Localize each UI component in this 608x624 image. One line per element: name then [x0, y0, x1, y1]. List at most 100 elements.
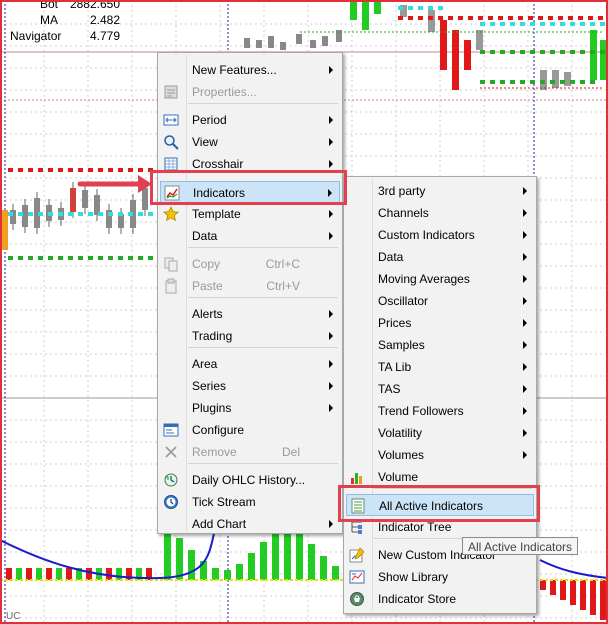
support-dots [500, 80, 505, 84]
context-menu-item-paste[interactable]: Paste Ctrl+V [160, 275, 340, 297]
volume-bar [16, 568, 22, 580]
submenu-arrow-icon [329, 332, 333, 340]
support-dots [540, 80, 545, 84]
candle-body [70, 188, 76, 212]
menu-separator [188, 247, 338, 248]
context-menu-item-template[interactable]: Template [160, 203, 340, 225]
context-menu-item-alerts[interactable]: Alerts [160, 303, 340, 325]
menu-separator [188, 347, 338, 348]
indicators-submenu-item-prices[interactable]: Prices [346, 312, 534, 334]
indicators-submenu-item-indicator-store[interactable]: Indicator Store [346, 588, 534, 610]
indicators-submenu-item-channels[interactable]: Channels [346, 202, 534, 224]
new-indicator-icon [349, 547, 365, 563]
indicators-submenu-item-all-active-indicators[interactable]: All Active Indicators [346, 494, 534, 516]
indicators-submenu-item-oscillator[interactable]: Oscillator [346, 290, 534, 312]
context-menu-item-remove[interactable]: Remove Del [160, 441, 340, 463]
indicators-submenu-item-indicator-tree[interactable]: Indicator Tree [346, 516, 534, 538]
support-dots [68, 256, 73, 260]
pivot-dots [18, 212, 23, 216]
context-menu-item-daily-ohlc-history[interactable]: Daily OHLC History... [160, 469, 340, 491]
indicators-submenu-item-moving-averages[interactable]: Moving Averages [346, 268, 534, 290]
copy-icon [163, 256, 179, 272]
menu-item-label: Volatility [378, 426, 423, 440]
pivot-dots [510, 22, 515, 26]
context-menu-item-add-chart[interactable]: Add Chart [160, 513, 340, 535]
context-menu-item-trading[interactable]: Trading [160, 325, 340, 347]
pivot-dots [560, 22, 565, 26]
support-dots [580, 80, 585, 84]
submenu-arrow-icon [329, 232, 333, 240]
configure-icon [163, 422, 179, 438]
resistance-dots [508, 16, 513, 20]
candle-body [452, 30, 459, 90]
context-menu-item-crosshair[interactable]: Crosshair [160, 153, 340, 175]
candle-body [296, 34, 302, 44]
candle-body [428, 10, 435, 32]
resistance-dots [18, 168, 23, 172]
support-dots [480, 50, 485, 54]
indicators-submenu-item-samples[interactable]: Samples [346, 334, 534, 356]
indicators-submenu-item-tas[interactable]: TAS [346, 378, 534, 400]
context-menu-item-configure[interactable]: Configure [160, 419, 340, 441]
resistance-dots [398, 16, 403, 20]
volume-bar [212, 568, 219, 580]
context-menu-item-plugins[interactable]: Plugins [160, 397, 340, 419]
indicators-submenu-item-show-library[interactable]: Show Library [346, 566, 534, 588]
support-dots [58, 256, 63, 260]
context-menu-item-series[interactable]: Series [160, 375, 340, 397]
pivot-dots [28, 212, 33, 216]
pivot-dots [590, 22, 595, 26]
indicators-submenu-item-3rd-party[interactable]: 3rd party [346, 180, 534, 202]
resistance-dots [548, 16, 553, 20]
pivot-dots [58, 212, 63, 216]
clock-icon [163, 494, 179, 510]
menu-item-label: Custom Indicators [378, 228, 475, 242]
support-dots [490, 80, 495, 84]
candle-body [440, 20, 447, 70]
menu-item-label: Indicator Store [378, 592, 457, 606]
submenu-arrow-icon [329, 310, 333, 318]
candle-body [350, 0, 357, 20]
volume-bar [590, 580, 596, 615]
pivot-dots [408, 6, 413, 10]
submenu-arrow-icon [523, 319, 527, 327]
support-dots [530, 50, 535, 54]
menu-item-label: TAS [378, 382, 401, 396]
menu-item-label: Volume [378, 470, 419, 484]
candle-body [322, 36, 328, 46]
context-menu-item-tick-stream[interactable]: Tick Stream [160, 491, 340, 513]
indicators-submenu-item-custom-indicators[interactable]: Custom Indicators [346, 224, 534, 246]
support-dots [38, 256, 43, 260]
context-menu-item-indicators[interactable]: Indicators [160, 181, 340, 203]
resistance-dots [128, 168, 133, 172]
indicators-submenu-item-trend-followers[interactable]: Trend Followers [346, 400, 534, 422]
menu-item-label: Copy [192, 257, 221, 271]
volume-bar [46, 568, 52, 580]
resistance-dots [428, 16, 433, 20]
indicators-submenu-item-volume[interactable]: Volume [346, 466, 534, 488]
indicators-submenu-item-ta-lib[interactable]: TA Lib [346, 356, 534, 378]
indicators-submenu-item-volatility[interactable]: Volatility [346, 422, 534, 444]
context-menu-item-area[interactable]: Area [160, 353, 340, 375]
indicators-submenu-item-volumes[interactable]: Volumes [346, 444, 534, 466]
context-menu-item-new-features[interactable]: New Features... [160, 59, 340, 81]
context-menu-item-copy[interactable]: Copy Ctrl+C [160, 253, 340, 275]
context-menu-item-view[interactable]: View [160, 131, 340, 153]
candle-body [118, 214, 124, 228]
resistance-dots [408, 16, 413, 20]
context-menu-item-properties[interactable]: Properties... [160, 81, 340, 103]
volume-bar [248, 553, 255, 580]
volume-bar [320, 556, 327, 580]
submenu-arrow-icon [523, 407, 527, 415]
context-menu-item-period[interactable]: Period [160, 109, 340, 131]
resistance-dots [28, 168, 33, 172]
resistance-dots [538, 16, 543, 20]
context-menu-item-data[interactable]: Data [160, 225, 340, 247]
indicators-submenu-item-data[interactable]: Data [346, 246, 534, 268]
menu-item-label: Show Library [378, 570, 449, 584]
support-dots [590, 50, 595, 54]
resistance-dots [118, 168, 123, 172]
menu-separator [374, 488, 532, 489]
resistance-dots [448, 16, 453, 20]
pivot-dots [88, 212, 93, 216]
